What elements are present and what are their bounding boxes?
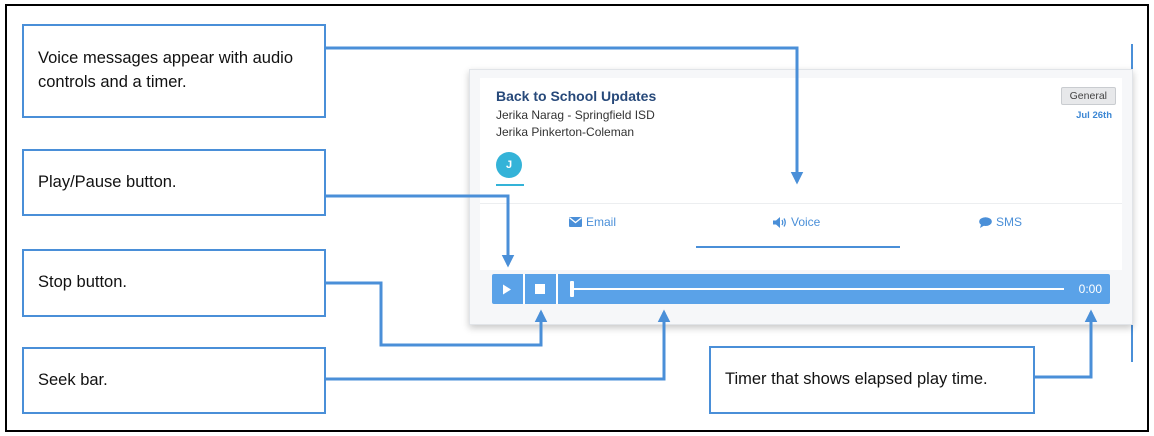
callout-voice-messages-text: Voice messages appear with audio control… xyxy=(38,49,293,91)
envelope-icon xyxy=(569,217,582,227)
tab-sms-label: SMS xyxy=(996,215,1023,229)
stop-icon xyxy=(535,284,545,294)
active-tab-underline xyxy=(696,246,900,248)
play-icon xyxy=(503,284,511,294)
tab-divider xyxy=(480,203,1122,204)
seek-bar[interactable] xyxy=(570,281,1064,297)
callout-voice-messages: Voice messages appear with audio control… xyxy=(22,24,326,118)
play-pause-button[interactable] xyxy=(492,274,522,304)
player-separator xyxy=(556,274,558,304)
seek-handle[interactable] xyxy=(570,281,574,297)
message-card-body: Back to School Updates Jerika Narag - Sp… xyxy=(480,78,1122,270)
sender-line-2: Jerika Pinkerton-Coleman xyxy=(496,125,635,139)
callout-stop-text: Stop button. xyxy=(38,273,127,292)
callout-timer-text: Timer that shows elapsed play time. xyxy=(725,370,988,389)
callout-seek-text: Seek bar. xyxy=(38,370,108,389)
avatar[interactable]: J xyxy=(496,152,522,178)
seek-track xyxy=(570,288,1064,290)
avatar-underline xyxy=(496,184,524,186)
message-date: Jul 26th xyxy=(1076,110,1112,121)
tab-email[interactable]: Email xyxy=(569,215,616,229)
tab-voice[interactable]: Voice xyxy=(773,215,820,229)
chat-bubble-icon xyxy=(979,216,992,228)
callout-timer: Timer that shows elapsed play time. xyxy=(709,346,1035,414)
elapsed-timer: 0:00 xyxy=(1078,282,1102,296)
callout-seek: Seek bar. xyxy=(22,347,326,414)
tab-sms[interactable]: SMS xyxy=(979,215,1022,229)
callout-play-pause: Play/Pause button. xyxy=(22,149,326,216)
callout-stop: Stop button. xyxy=(22,249,326,317)
callout-play-pause-text: Play/Pause button. xyxy=(38,172,177,191)
tab-email-label: Email xyxy=(586,215,617,229)
audio-player: 0:00 xyxy=(492,274,1110,304)
stop-button[interactable] xyxy=(525,274,555,304)
sender-line-1: Jerika Narag - Springfield ISD xyxy=(496,108,655,122)
tab-voice-label: Voice xyxy=(791,215,821,229)
speaker-icon xyxy=(773,216,786,228)
message-title[interactable]: Back to School Updates xyxy=(496,88,656,104)
message-card: Back to School Updates Jerika Narag - Sp… xyxy=(469,69,1133,325)
category-badge: General xyxy=(1060,87,1116,105)
